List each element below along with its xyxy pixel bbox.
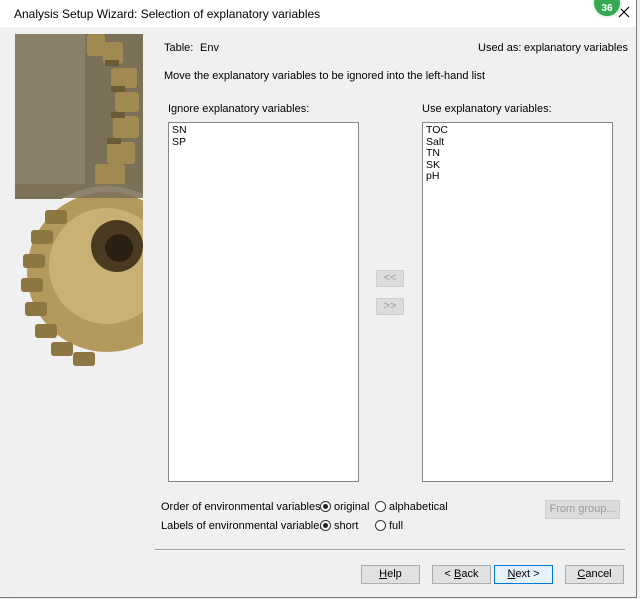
help-button[interactable]: Help: [361, 565, 420, 584]
order-label: Order of environmental variables:: [161, 501, 324, 513]
cancel-button[interactable]: Cancel: [565, 565, 624, 584]
order-original-radio[interactable]: [320, 501, 331, 512]
back-button-prefix: <: [444, 568, 454, 580]
wizard-dialog: Analysis Setup Wizard: Selection of expl…: [0, 0, 637, 598]
labels-full-label[interactable]: full: [389, 520, 403, 532]
footer-divider: [155, 549, 625, 551]
table-value: Env: [200, 42, 219, 54]
window-title: Analysis Setup Wizard: Selection of expl…: [14, 7, 321, 21]
list-item[interactable]: SK: [426, 159, 609, 172]
move-right-button[interactable]: >>: [376, 298, 404, 315]
labels-label: Labels of environmental variables:: [161, 520, 328, 532]
help-button-mnemonic: H: [379, 568, 388, 580]
order-alphabetical-label[interactable]: alphabetical: [389, 501, 448, 513]
next-button[interactable]: Next >: [494, 565, 553, 584]
move-left-button[interactable]: <<: [376, 270, 404, 287]
list-item[interactable]: TOC: [426, 124, 609, 137]
help-button-label: elp: [387, 568, 402, 580]
list-item[interactable]: SP: [172, 136, 355, 149]
title-bar: Analysis Setup Wizard: Selection of expl…: [0, 0, 636, 27]
use-variables-list[interactable]: TOC Salt TN SK pH: [422, 122, 613, 482]
instruction-text: Move the explanatory variables to be ign…: [164, 70, 486, 82]
table-label: Table:: [164, 42, 194, 54]
use-list-label: Use explanatory variables:: [422, 103, 552, 115]
labels-short-radio[interactable]: [320, 520, 331, 531]
next-button-label: ext >: [515, 568, 540, 580]
back-button[interactable]: < Back: [432, 565, 491, 584]
labels-full-radio[interactable]: [375, 520, 386, 531]
list-item[interactable]: SN: [172, 124, 355, 137]
order-original-label[interactable]: original: [334, 501, 369, 513]
list-item[interactable]: TN: [426, 147, 609, 160]
back-button-label: ack: [461, 568, 479, 580]
cancel-button-label: ancel: [585, 568, 612, 580]
list-item[interactable]: Salt: [426, 136, 609, 149]
labels-short-label[interactable]: short: [334, 520, 358, 532]
ignore-variables-list[interactable]: SN SP: [168, 122, 359, 482]
list-item[interactable]: pH: [426, 170, 609, 183]
order-alphabetical-radio[interactable]: [375, 501, 386, 512]
used-as-value: explanatory variables: [524, 42, 628, 54]
wizard-side-image: [15, 34, 143, 378]
ignore-list-label: Ignore explanatory variables:: [168, 103, 310, 115]
used-as-label: Used as:: [478, 42, 522, 54]
from-group-button[interactable]: From group...: [545, 500, 620, 519]
